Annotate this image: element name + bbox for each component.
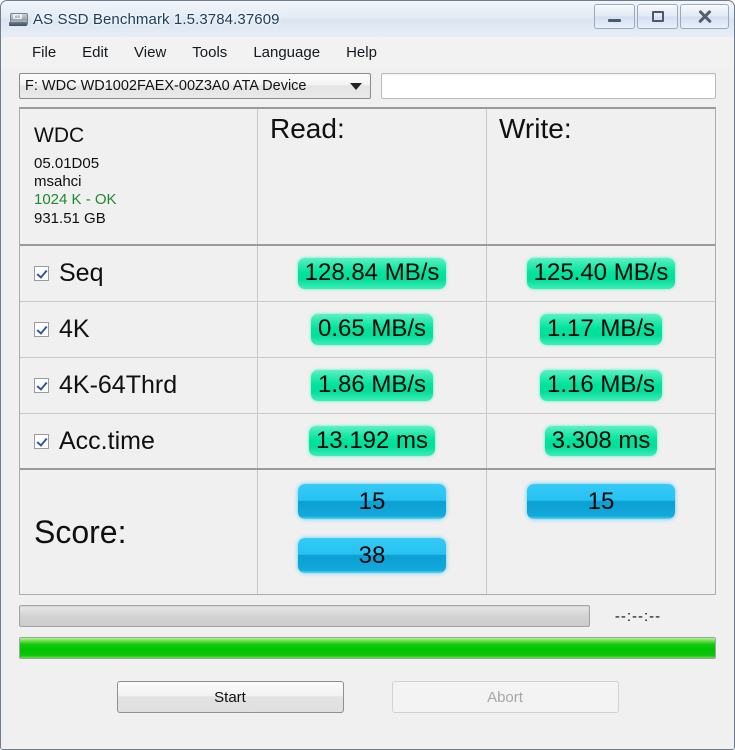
test-label-4k-64thrd: 4K-64Thrd <box>20 358 258 413</box>
score-label: Score: <box>34 513 127 550</box>
test-row-seq: Seq 128.84 MB/s 125.40 MB/s <box>20 246 715 302</box>
test-label-seq: Seq <box>20 246 258 301</box>
drive-capacity: 931.51 GB <box>34 209 106 227</box>
seq-read-cell: 128.84 MB/s <box>258 246 487 301</box>
write-column-header: Write: <box>499 113 572 144</box>
test-row-4k: 4K 0.65 MB/s 1.17 MB/s <box>20 302 715 358</box>
window-title: AS SSD Benchmark 1.5.3784.37609 <box>33 10 280 28</box>
name-input[interactable] <box>381 73 716 99</box>
action-buttons: Start Abort <box>19 681 716 713</box>
test-row-4k-64thrd: 4K-64Thrd 1.86 MB/s 1.16 MB/s <box>20 358 715 414</box>
score-read-cell: 15 38 <box>258 470 487 594</box>
menu-bar: File Edit View Tools Language Help <box>1 37 734 69</box>
acctime-write-cell: 3.308 ms <box>487 414 715 468</box>
abort-button: Abort <box>391 681 619 713</box>
4k-read-cell: 0.65 MB/s <box>258 302 487 357</box>
selector-row: F: WDC WD1002FAEX-00Z3A0 ATA Device <box>1 69 734 103</box>
4k-write-value: 1.17 MB/s <box>539 314 663 345</box>
test-name-4k-64thrd: 4K-64Thrd <box>59 371 178 399</box>
drive-model: WDC <box>34 124 85 148</box>
test-name-acctime: Acc.time <box>59 426 155 455</box>
overall-progress-fill <box>20 638 715 658</box>
test-name-4k: 4K <box>59 315 90 343</box>
score-read-value: 15 <box>298 484 446 519</box>
score-row: Score: 15 38 15 <box>20 470 715 594</box>
title-bar: AS AS SSD Benchmark 1.5.3784.37609 <box>1 1 734 38</box>
maximize-button[interactable] <box>637 4 678 29</box>
close-icon <box>697 10 712 23</box>
score-label-cell: Score: <box>20 470 258 594</box>
overall-progress-bar <box>19 637 716 659</box>
results-grid: WDC 05.01D05 msahci 1024 K - OK 931.51 G… <box>19 107 716 595</box>
drive-alignment: 1024 K - OK <box>34 191 117 209</box>
menu-item-edit[interactable]: Edit <box>69 41 121 65</box>
drive-select[interactable]: F: WDC WD1002FAEX-00Z3A0 ATA Device <box>19 73 371 99</box>
test-name-seq: Seq <box>59 259 104 287</box>
minimize-icon <box>608 18 621 22</box>
minimize-button[interactable] <box>594 4 635 29</box>
acctime-write-value: 3.308 ms <box>544 425 658 457</box>
score-write-cell: 15 <box>487 470 715 594</box>
test-label-acctime: Acc.time <box>20 414 258 468</box>
app-window: AS AS SSD Benchmark 1.5.3784.37609 File … <box>0 0 735 750</box>
test-row-acctime: Acc.time 13.192 ms 3.308 ms <box>20 414 715 470</box>
acctime-read-cell: 13.192 ms <box>258 414 487 468</box>
read-column-header: Read: <box>258 109 487 244</box>
drive-driver: msahci <box>34 173 82 190</box>
4k-64thrd-read-value: 1.86 MB/s <box>310 370 434 401</box>
4k-read-value: 0.65 MB/s <box>310 314 434 345</box>
menu-item-file[interactable]: File <box>19 41 69 65</box>
menu-item-view[interactable]: View <box>121 41 179 65</box>
maximize-icon <box>651 11 664 22</box>
checkbox-4k-64thrd[interactable] <box>34 378 49 393</box>
checkbox-4k[interactable] <box>34 322 49 337</box>
menu-item-language[interactable]: Language <box>240 41 333 65</box>
seq-write-cell: 125.40 MB/s <box>487 246 715 301</box>
menu-item-help[interactable]: Help <box>333 41 390 65</box>
test-label-4k: 4K <box>20 302 258 357</box>
drive-select-value: F: WDC WD1002FAEX-00Z3A0 ATA Device <box>25 78 307 94</box>
bottom-panel: --:--:-- Start Abort <box>1 605 734 713</box>
drive-info-panel: WDC 05.01D05 msahci 1024 K - OK 931.51 G… <box>20 109 258 244</box>
elapsed-timer: --:--:-- <box>614 607 662 625</box>
4k-64thrd-write-value: 1.16 MB/s <box>539 370 663 401</box>
seq-write-value: 125.40 MB/s <box>526 258 676 289</box>
hdd-icon: AS <box>9 10 28 28</box>
task-progress-row: --:--:-- <box>19 605 716 627</box>
overall-progress-row <box>19 637 716 659</box>
start-button[interactable]: Start <box>116 681 344 713</box>
score-total-wrap: 38 <box>258 538 486 573</box>
seq-read-value: 128.84 MB/s <box>297 258 447 289</box>
client-area: File Edit View Tools Language Help F: WD… <box>1 37 734 749</box>
drive-firmware: 05.01D05 <box>34 154 100 172</box>
chevron-down-icon <box>350 83 362 90</box>
task-progress-bar <box>19 605 590 627</box>
acctime-read-value: 13.192 ms <box>308 425 436 457</box>
score-total-value: 38 <box>298 538 446 573</box>
grid-header-row: WDC 05.01D05 msahci 1024 K - OK 931.51 G… <box>20 109 715 246</box>
menu-item-tools[interactable]: Tools <box>179 41 240 65</box>
4k-64thrd-read-cell: 1.86 MB/s <box>258 358 487 413</box>
close-button[interactable] <box>680 4 729 29</box>
score-write-value: 15 <box>527 484 675 519</box>
4k-64thrd-write-cell: 1.16 MB/s <box>487 358 715 413</box>
checkbox-seq[interactable] <box>34 266 49 281</box>
window-controls <box>594 4 729 29</box>
4k-write-cell: 1.17 MB/s <box>487 302 715 357</box>
checkbox-acctime[interactable] <box>34 433 49 449</box>
